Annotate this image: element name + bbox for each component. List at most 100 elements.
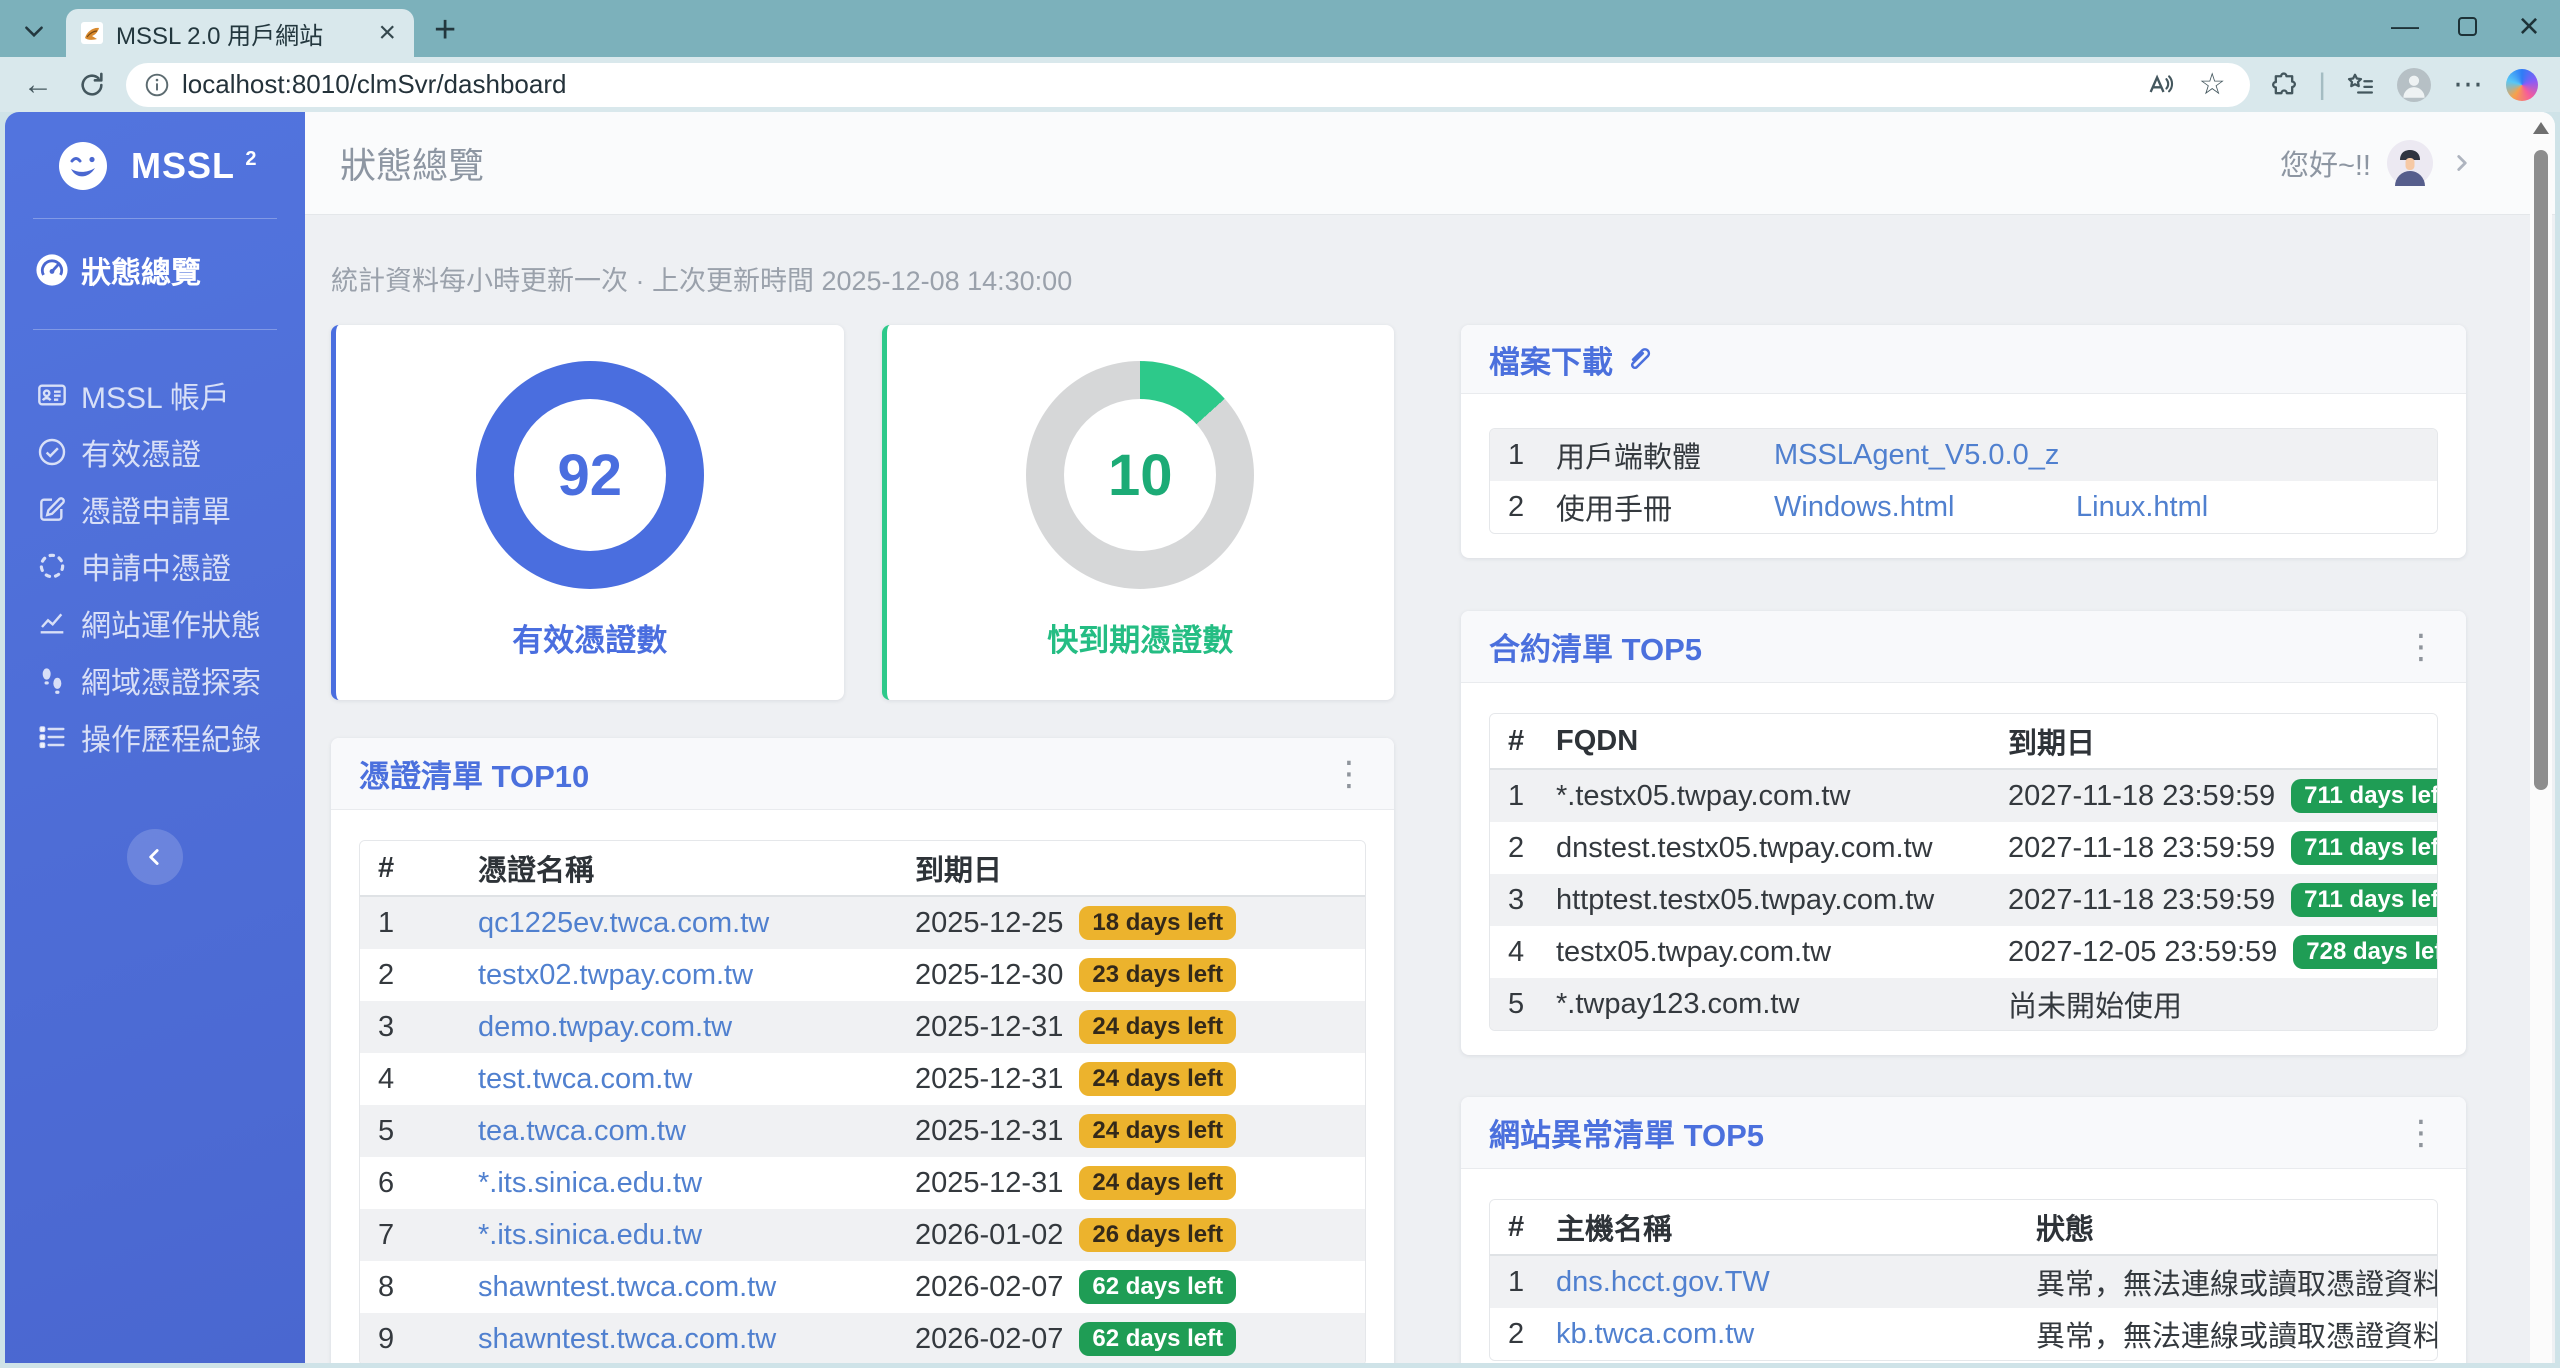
cert-link[interactable]: test.twca.com.tw <box>478 1063 692 1095</box>
col-index: # <box>360 852 460 885</box>
col-index: # <box>1490 725 1538 758</box>
expiry-date: 2025-12-31 <box>915 1011 1063 1043</box>
table-row: 6*.its.sinica.edu.tw2025-12-3124 days le… <box>360 1157 1365 1209</box>
days-left-badge: 23 days left <box>1079 958 1236 992</box>
window-maximize-button[interactable] <box>2436 0 2498 52</box>
logo-text: MSSL 2 <box>131 145 258 187</box>
row-index: 5 <box>1490 988 1538 1021</box>
host-link[interactable]: dns.hcct.gov.TW <box>1556 1266 1770 1298</box>
read-aloud-button[interactable] <box>2140 65 2180 105</box>
host-link[interactable]: kb.twca.com.tw <box>1556 1318 1754 1350</box>
scroll-up-arrow-icon[interactable] <box>2533 122 2549 134</box>
download-link[interactable]: Linux.html <box>2076 491 2208 523</box>
new-tab-button[interactable]: + <box>434 11 456 49</box>
user-menu[interactable]: 您好~!! <box>2280 140 2475 186</box>
sidebar-item-history-log[interactable]: 操作歷程紀錄 <box>5 708 305 765</box>
scrollbar-thumb[interactable] <box>2534 150 2548 790</box>
download-link[interactable]: MSSLAgent_V5.0.0_zip <box>1774 439 2058 471</box>
row-index: 4 <box>1490 936 1538 969</box>
expiry-date: 2026-01-02 <box>915 1219 1063 1251</box>
cert-link[interactable]: tea.twca.com.tw <box>478 1115 686 1147</box>
site-info-icon[interactable] <box>144 72 170 98</box>
contract-list-header: 合約清單 TOP5 ⋮ <box>1461 611 2466 683</box>
table-row: 8shawntest.twca.com.tw2026-02-0762 days … <box>360 1261 1365 1313</box>
cert-link[interactable]: shawntest.twca.com.tw <box>478 1271 776 1303</box>
table-row: 2testx02.twpay.com.tw2025-12-3023 days l… <box>360 949 1365 1001</box>
cert-link[interactable]: qc1225ev.twca.com.tw <box>478 907 769 939</box>
expiry-date: 2026-02-07 <box>915 1323 1063 1355</box>
cert-list-title: 憑證清單 TOP10 <box>359 751 589 796</box>
collections-button[interactable] <box>2340 65 2380 105</box>
days-left-badge: 26 days left <box>1079 1218 1236 1252</box>
refresh-button[interactable] <box>72 65 112 105</box>
tab-search-button[interactable] <box>12 11 56 51</box>
kebab-menu-icon[interactable]: ⋮ <box>2398 1116 2444 1150</box>
table-row: 2 使用手冊 Windows.html Linux.html <box>1490 481 2437 533</box>
spinner-icon <box>35 550 69 582</box>
cert-link[interactable]: shawntest.twca.com.tw <box>478 1323 776 1355</box>
chart-line-icon <box>35 607 69 639</box>
expiry-date: 2025-12-25 <box>915 907 1063 939</box>
favorite-star-button[interactable]: ☆ <box>2192 65 2232 105</box>
browser-tab[interactable]: MSSL 2.0 用戶網站 × <box>66 9 414 57</box>
tab-title: MSSL 2.0 用戶網站 <box>116 16 362 51</box>
chevron-right-icon[interactable] <box>2449 150 2475 176</box>
browser-menu-button[interactable]: ⋯ <box>2448 65 2488 105</box>
extensions-button[interactable] <box>2264 65 2304 105</box>
sidebar-item-cert-requests[interactable]: 憑證申請單 <box>5 480 305 537</box>
tab-close-button[interactable]: × <box>374 18 400 48</box>
table-row: 3httptest.testx05.twpay.com.tw2027-11-18… <box>1490 874 2437 926</box>
download-link[interactable]: Windows.html <box>1774 491 1955 523</box>
cert-list-header: 憑證清單 TOP10 ⋮ <box>331 738 1394 810</box>
col-expiry: 到期日 <box>897 847 1365 889</box>
footprints-icon <box>35 664 69 696</box>
copilot-button[interactable] <box>2502 65 2542 105</box>
days-left-badge: 728 days left <box>2293 935 2437 969</box>
table-row: 5tea.twca.com.tw2025-12-3124 days left <box>360 1105 1365 1157</box>
fqdn-text: dnstest.testx05.twpay.com.tw <box>1538 832 1990 865</box>
avatar[interactable] <box>2387 140 2433 186</box>
cert-link[interactable]: *.its.sinica.edu.tw <box>478 1219 702 1251</box>
web-page: MSSL 2 狀態總覽 MSSL 帳戶 <box>5 112 2555 1363</box>
table-row: 3demo.twpay.com.tw2025-12-3124 days left <box>360 1001 1365 1053</box>
window-minimize-button[interactable]: — <box>2374 0 2436 52</box>
browser-profile-button[interactable] <box>2394 65 2434 105</box>
col-expiry: 到期日 <box>1990 720 2437 762</box>
status-text: 異常，無法連線或讀取憑證資料 <box>2018 1313 2437 1355</box>
url-text[interactable]: localhost:8010/clmSvr/dashboard <box>182 69 2128 100</box>
chevron-left-icon <box>142 844 168 870</box>
chevron-down-icon <box>21 18 47 44</box>
back-button[interactable]: ← <box>18 65 58 105</box>
row-index: 2 <box>1490 832 1538 865</box>
sidebar-item-label: 申請中憑證 <box>81 544 231 588</box>
sidebar-nav: MSSL 帳戶 有效憑證 憑證申請單 申請中憑證 <box>5 366 305 765</box>
sidebar-item-pending-certs[interactable]: 申請中憑證 <box>5 537 305 594</box>
kebab-menu-icon[interactable]: ⋮ <box>2398 630 2444 664</box>
sidebar-item-domain-discovery[interactable]: 網域憑證探索 <box>5 651 305 708</box>
sidebar-item-dashboard[interactable]: 狀態總覽 <box>5 239 305 301</box>
sidebar-collapse-button[interactable] <box>127 829 183 885</box>
page-scrollbar[interactable] <box>2530 112 2552 1363</box>
cert-link[interactable]: demo.twpay.com.tw <box>478 1011 732 1043</box>
days-left-badge: 62 days left <box>1079 1322 1236 1356</box>
cert-link[interactable]: *.its.sinica.edu.tw <box>478 1167 702 1199</box>
expiry-date: 2025-12-31 <box>915 1167 1063 1199</box>
last-update-text: 統計資料每小時更新一次 · 上次更新時間 2025-12-08 14:30:00 <box>331 259 2555 298</box>
cert-table-header: # 憑證名稱 到期日 <box>360 841 1365 897</box>
cert-table: # 憑證名稱 到期日 1qc1225ev.twca.com.tw2025-12-… <box>359 840 1366 1363</box>
address-bar[interactable]: localhost:8010/clmSvr/dashboard ☆ <box>126 63 2250 107</box>
cert-link[interactable]: testx02.twpay.com.tw <box>478 959 753 991</box>
expiry-date: 2027-11-18 23:59:59 <box>2008 780 2275 812</box>
kebab-menu-icon[interactable]: ⋮ <box>1326 757 1372 791</box>
window-close-button[interactable]: × <box>2498 0 2560 52</box>
sidebar-item-valid-certs[interactable]: 有效憑證 <box>5 423 305 480</box>
sidebar: MSSL 2 狀態總覽 MSSL 帳戶 <box>5 112 305 1363</box>
table-row: 7*.its.sinica.edu.tw2026-01-0226 days le… <box>360 1209 1365 1261</box>
dashboard-content: 統計資料每小時更新一次 · 上次更新時間 2025-12-08 14:30:00… <box>305 215 2555 1363</box>
sidebar-item-accounts[interactable]: MSSL 帳戶 <box>5 366 305 423</box>
contract-table-header: # FQDN 到期日 <box>1490 714 2437 770</box>
app-logo[interactable]: MSSL 2 <box>5 142 305 190</box>
abnormal-table: # 主機名稱 狀態 1dns.hcct.gov.TW異常，無法連線或讀取憑證資料… <box>1489 1199 2438 1361</box>
abnormal-list-title: 網站異常清單 TOP5 <box>1489 1110 1764 1155</box>
sidebar-item-site-status[interactable]: 網站運作狀態 <box>5 594 305 651</box>
